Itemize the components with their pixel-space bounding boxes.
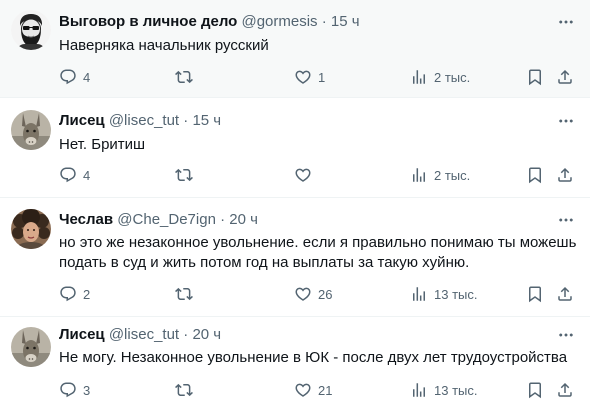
reply-count: 4 [83,167,91,183]
tweet-text: но это же незаконное увольнение. если я … [59,234,577,271]
views-count: 2 тыс. [434,167,471,183]
retweet-icon [175,285,193,303]
views-button[interactable]: 2 тыс. [410,165,470,185]
tweet-header: Выговор в личное дело @gormesis · 15 ч [59,13,360,31]
bearded-man-avatar[interactable] [11,10,51,50]
heart-icon [294,285,312,303]
share-button[interactable] [556,67,574,87]
reply-count: 2 [83,286,91,302]
heart-icon [294,166,312,184]
like-count: 21 [318,382,333,398]
share-icon [556,166,574,184]
bookmark-icon [526,166,544,184]
separator-dot: · [183,326,189,343]
author-handle[interactable]: @Che_De7ign [117,211,216,228]
share-icon [556,381,574,399]
views-count: 2 тыс. [434,69,471,85]
more-icon[interactable] [556,112,576,130]
bookmark-icon [526,381,544,399]
like-button[interactable]: 21 [294,380,332,400]
share-button[interactable] [556,165,574,185]
timestamp[interactable]: 15 ч [331,13,360,30]
views-button[interactable]: 13 тыс. [410,380,477,400]
retweet-button[interactable] [175,380,199,400]
reply-count: 3 [83,382,91,398]
donkey-avatar[interactable] [11,110,51,150]
author-name[interactable]: Выговор в личное дело [59,13,237,30]
tweet[interactable]: Выговор в личное дело @gormesis · 15 ч Н… [0,0,590,97]
reply-icon [59,285,77,303]
author-handle[interactable]: @lisec_tut [109,112,179,129]
bookmark-icon [526,285,544,303]
share-button[interactable] [556,380,574,400]
timestamp[interactable]: 20 ч [229,211,258,228]
like-button[interactable]: 26 [294,284,332,304]
author-name[interactable]: Чеслав [59,211,113,228]
author-handle[interactable]: @lisec_tut [109,326,179,343]
reply-icon [59,166,77,184]
tweet-text: Нет. Бритиш [59,136,146,153]
views-count: 13 тыс. [434,286,478,302]
retweet-button[interactable] [175,67,199,87]
retweet-icon [175,166,193,184]
separator-dot: · [220,211,226,228]
bookmark-button[interactable] [526,380,544,400]
reply-count: 4 [83,69,91,85]
reply-button[interactable]: 2 [59,284,90,304]
views-icon [410,381,428,399]
like-count: 1 [318,69,326,85]
tweet-header: Лисец @lisec_tut · 15 ч [59,112,221,130]
like-button[interactable]: 1 [294,67,325,87]
reply-button[interactable]: 4 [59,67,90,87]
views-button[interactable]: 13 тыс. [410,284,477,304]
reply-button[interactable]: 4 [59,165,90,185]
more-icon[interactable] [556,13,576,31]
author-name[interactable]: Лисец [59,112,105,129]
curly-hair-avatar[interactable] [11,209,51,249]
separator-dot: · [183,112,189,129]
like-count: 26 [318,286,333,302]
bookmark-button[interactable] [526,165,544,185]
donkey-avatar[interactable] [11,327,51,367]
views-icon [410,285,428,303]
views-icon [410,68,428,86]
tweet-header: Чеслав @Che_De7ign · 20 ч [59,211,258,229]
timestamp[interactable]: 15 ч [192,112,221,129]
retweet-icon [175,381,193,399]
views-button[interactable]: 2 тыс. [410,67,470,87]
views-count: 13 тыс. [434,382,478,398]
bookmark-button[interactable] [526,67,544,87]
reply-icon [59,68,77,86]
tweet[interactable]: Чеслав @Che_De7ign · 20 ч но это же неза… [0,198,590,316]
tweet-text: Наверняка начальник русский [59,37,269,54]
share-button[interactable] [556,284,574,304]
reply-button[interactable]: 3 [59,380,90,400]
author-name[interactable]: Лисец [59,326,105,343]
more-icon[interactable] [556,211,576,229]
retweet-button[interactable] [175,284,199,304]
tweet[interactable]: Лисец @lisec_tut · 15 ч Нет. Бритиш 4 2 … [0,98,590,197]
bookmark-icon [526,68,544,86]
heart-icon [294,68,312,86]
timestamp[interactable]: 20 ч [192,326,221,343]
reply-icon [59,381,77,399]
retweet-icon [175,68,193,86]
like-button[interactable] [294,165,318,185]
share-icon [556,68,574,86]
author-handle[interactable]: @gormesis [241,13,317,30]
tweet-text: Не могу. Незаконное увольнение в ЮК - по… [59,349,568,366]
retweet-button[interactable] [175,165,199,185]
bookmark-button[interactable] [526,284,544,304]
views-icon [410,166,428,184]
separator-dot: · [321,13,327,30]
more-icon[interactable] [556,326,576,344]
tweet-header: Лисец @lisec_tut · 20 ч [59,326,221,344]
tweet[interactable]: Лисец @lisec_tut · 20 ч Не могу. Незакон… [0,317,590,414]
heart-icon [294,381,312,399]
share-icon [556,285,574,303]
